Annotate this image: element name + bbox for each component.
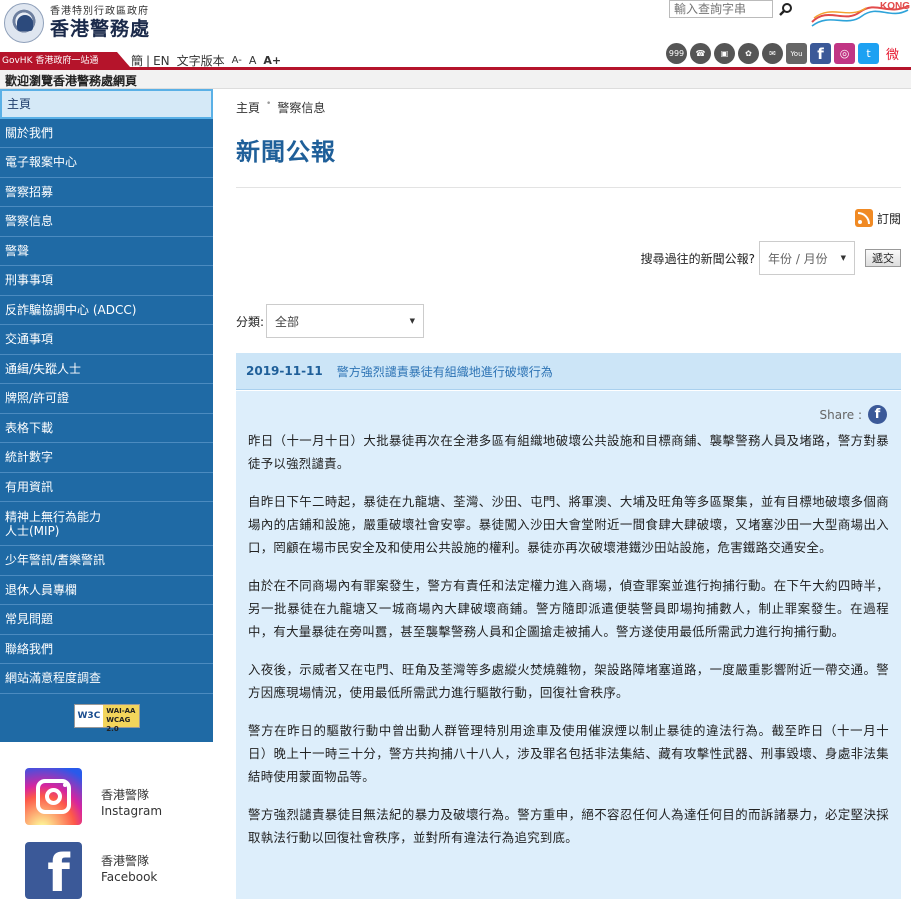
mail-icon[interactable]: ✉ bbox=[762, 43, 783, 64]
sidebar-item-home[interactable]: 主頁 bbox=[0, 89, 213, 119]
wcag-badge[interactable]: W3C WAI-AA WCAG 2.0 bbox=[73, 703, 140, 733]
search-icon[interactable] bbox=[779, 2, 793, 16]
breadcrumb-current[interactable]: 警察信息 bbox=[277, 99, 325, 116]
social-icons: 999 ☎ ▣ ✿ ✉ You f ◎ t 微 bbox=[666, 43, 903, 64]
article-header[interactable]: 2019-11-11 警方強烈譴責暴徒有組織地進行破壞行為 bbox=[236, 353, 901, 390]
instagram-logo-icon bbox=[25, 768, 82, 825]
article-date: 2019-11-11 bbox=[246, 364, 323, 378]
instagram-link[interactable]: 香港警隊 Instagram bbox=[25, 768, 205, 828]
category-filter: 分類: 全部 ▼ bbox=[236, 304, 425, 338]
article-paragraph: 警方強烈譴責暴徒目無法紀的暴力及破壞行為。警方重申，絕不容忍任何人為達任何目的而… bbox=[248, 807, 889, 845]
sidebar-item-statistics[interactable]: 統計數字 bbox=[0, 443, 213, 473]
subscribe-label: 訂閱 bbox=[876, 211, 901, 226]
site-header: 香港特別行政區政府 香港警務處 KONG GovHK 香港政府一站通 簡 | E… bbox=[0, 0, 911, 70]
breadcrumb-separator: • bbox=[266, 99, 272, 109]
chevron-down-icon: ▼ bbox=[840, 254, 846, 262]
sidebar-item-police-info[interactable]: 警察信息 bbox=[0, 207, 213, 237]
dept-name[interactable]: 香港警務處 bbox=[50, 14, 150, 41]
sidebar-item-wanted-missing[interactable]: 通緝/失蹤人士 bbox=[0, 355, 213, 384]
weibo-icon[interactable]: 微 bbox=[882, 43, 903, 64]
article-paragraph: 昨日（十一月十日）大批暴徒再次在全港多區有組織地破壞公共設施和目標商鋪、襲擊警務… bbox=[248, 433, 889, 471]
phone-icon[interactable]: ☎ bbox=[690, 43, 711, 64]
article-paragraph: 由於在不同商場內有罪案發生，警方有責任和法定權力進入商場，偵查罪案並進行拘捕行動… bbox=[248, 578, 889, 639]
sidebar-item-traffic[interactable]: 交通事項 bbox=[0, 325, 213, 355]
article-paragraph: 自昨日下午二時起，暴徒在九龍塘、荃灣、沙田、屯門、將軍澳、大埔及旺角等多區聚集，… bbox=[248, 494, 889, 555]
year-month-select[interactable]: 年份 / 月份 ▼ bbox=[759, 241, 855, 275]
font-medium-button[interactable]: A bbox=[249, 54, 257, 67]
wcag-level: WAI-AA WCAG 2.0 bbox=[103, 704, 139, 733]
sidebar-item-survey[interactable]: 網站滿意程度調查 bbox=[0, 664, 213, 694]
sidebar-item-licences[interactable]: 牌照/許可證 bbox=[0, 384, 213, 414]
youtube-icon[interactable]: You bbox=[786, 43, 807, 64]
archive-search: 搜尋過往的新聞公報? 年份 / 月份 ▼ 遞交 bbox=[641, 241, 901, 275]
facebook-label-line1: 香港警隊 bbox=[101, 854, 150, 868]
sidebar-item-mip-label: 精神上無行為能力 人士(MIP) bbox=[5, 509, 102, 538]
year-month-value: 年份 / 月份 bbox=[768, 251, 828, 266]
999-icon[interactable]: 999 bbox=[666, 43, 687, 64]
instagram-label: 香港警隊 Instagram bbox=[101, 787, 162, 819]
breadcrumb-home[interactable]: 主頁 bbox=[236, 99, 260, 116]
sidebar-item-adcc[interactable]: 反詐騙協調中心 (ADCC) bbox=[0, 296, 213, 325]
share-bar: Share : f bbox=[819, 405, 887, 424]
welcome-banner: 歡迎瀏覽香港警務處網頁 bbox=[0, 70, 911, 89]
share-icon[interactable]: ✿ bbox=[738, 43, 759, 64]
facebook-share-icon[interactable]: f bbox=[868, 405, 887, 424]
facebook-link[interactable]: f 香港警隊 Facebook bbox=[25, 842, 205, 899]
article-title[interactable]: 警方強烈譴責暴徒有組織地進行破壞行為 bbox=[337, 363, 553, 380]
instagram-icon[interactable]: ◎ bbox=[834, 43, 855, 64]
app-icon[interactable]: ▣ bbox=[714, 43, 735, 64]
facebook-icon[interactable]: f bbox=[810, 43, 831, 64]
instagram-label-line2: Instagram bbox=[101, 804, 163, 818]
sidebar-item-offbeat[interactable]: 警聲 bbox=[0, 237, 213, 266]
wcag-version: WCAG 2.0 bbox=[106, 715, 131, 733]
font-small-button[interactable]: A- bbox=[232, 55, 242, 66]
sidebar-item-contact-us[interactable]: 聯絡我們 bbox=[0, 635, 213, 664]
main-content: 主頁 • 警察信息 新聞公報 訂閱 搜尋過往的新聞公報? 年份 / 月份 ▼ 遞… bbox=[236, 89, 901, 899]
sidebar-item-useful-info[interactable]: 有用資訊 bbox=[0, 473, 213, 502]
sidebar-item-mip[interactable]: 精神上無行為能力 人士(MIP) bbox=[0, 502, 213, 546]
twitter-icon[interactable]: t bbox=[858, 43, 879, 64]
page-title: 新聞公報 bbox=[236, 138, 336, 166]
category-value: 全部 bbox=[275, 314, 300, 329]
facebook-label-line2: Facebook bbox=[101, 870, 158, 884]
share-label: Share : bbox=[819, 407, 863, 422]
article-paragraph: 警方在昨日的驅散行動中曾出動人群管理特別用途車及使用催淚煙以制止暴徒的違法行為。… bbox=[248, 723, 889, 784]
breadcrumb: 主頁 • 警察信息 bbox=[236, 99, 325, 116]
govhk-link[interactable]: GovHK 香港政府一站通 bbox=[0, 52, 130, 67]
sidebar-item-faq[interactable]: 常見問題 bbox=[0, 605, 213, 635]
article-body: Share : f 昨日（十一月十日）大批暴徒再次在全港多區有組織地破壞公共設施… bbox=[236, 391, 901, 899]
category-label: 分類: bbox=[236, 314, 265, 329]
sidebar-item-crime-matters[interactable]: 刑事事項 bbox=[0, 266, 213, 296]
police-emblem-icon[interactable] bbox=[4, 3, 44, 43]
brand-logo-text: KONG bbox=[880, 1, 910, 12]
wcag-row: W3C WAI-AA WCAG 2.0 bbox=[0, 694, 213, 738]
lang-english-link[interactable]: EN bbox=[153, 54, 170, 68]
sidebar-item-e-report-centre[interactable]: 電子報案中心 bbox=[0, 148, 213, 178]
lang-separator: | bbox=[146, 53, 151, 68]
submit-button[interactable]: 遞交 bbox=[865, 249, 901, 267]
archive-label: 搜尋過往的新聞公報? bbox=[640, 251, 755, 266]
chevron-down-icon: ▼ bbox=[409, 317, 416, 325]
sidebar-item-recruitment[interactable]: 警察招募 bbox=[0, 178, 213, 207]
font-large-button[interactable]: A+ bbox=[263, 54, 281, 67]
sidebar-item-forms[interactable]: 表格下載 bbox=[0, 414, 213, 443]
sidebar-item-jpc[interactable]: 少年警訊/耆樂警訊 bbox=[0, 546, 213, 576]
instagram-label-line1: 香港警隊 bbox=[101, 788, 150, 802]
govhk-label: GovHK 香港政府一站通 bbox=[2, 56, 99, 66]
title-divider bbox=[236, 187, 901, 188]
sidebar-item-about-us[interactable]: 關於我們 bbox=[0, 119, 213, 148]
sidebar-item-retirees[interactable]: 退休人員專欄 bbox=[0, 576, 213, 605]
w3c-logo: W3C bbox=[74, 704, 104, 727]
rss-icon bbox=[854, 209, 873, 227]
category-select[interactable]: 全部 ▼ bbox=[266, 304, 425, 338]
article-paragraph: 入夜後，示威者又在屯門、旺角及荃灣等多處縱火焚燒雜物，架設路障堵塞道路，一度嚴重… bbox=[248, 662, 889, 700]
search-input[interactable] bbox=[669, 0, 773, 18]
sidebar-nav: 主頁 關於我們 電子報案中心 警察招募 警察信息 警聲 刑事事項 反詐騙協調中心… bbox=[0, 89, 213, 742]
brand-hong-kong-logo-icon[interactable]: KONG bbox=[808, 0, 911, 30]
rss-subscribe-link[interactable]: 訂閱 bbox=[854, 209, 901, 227]
wcag-level-aa: WAI-AA bbox=[106, 706, 136, 715]
facebook-logo-icon: f bbox=[25, 842, 82, 899]
facebook-label: 香港警隊 Facebook bbox=[101, 853, 157, 885]
